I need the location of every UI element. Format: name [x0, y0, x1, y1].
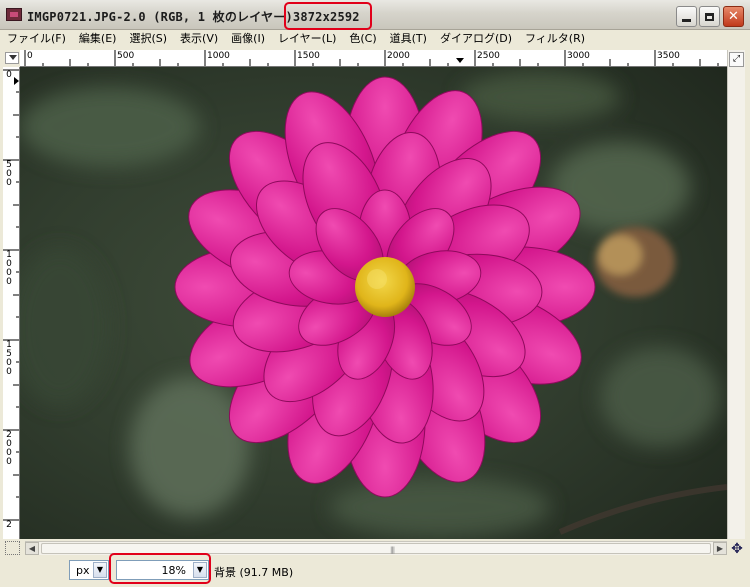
quick-mask-toggle[interactable]: [5, 541, 20, 555]
chevron-down-icon[interactable]: ▼: [93, 562, 107, 578]
vertical-scrollbar[interactable]: ⤢: [727, 50, 745, 539]
menu-filters[interactable]: フィルタ(R): [518, 30, 591, 48]
minimize-button[interactable]: [676, 6, 697, 27]
window-title-text: IMGP0721.JPG-2.0 (RGB, 1 枚のレイヤー): [27, 10, 293, 24]
zoom-highlight: [109, 553, 211, 584]
flower-photo: [20, 67, 727, 539]
menu-file[interactable]: ファイル(F): [0, 30, 72, 48]
navigate-icon[interactable]: ✥: [729, 541, 745, 557]
ruler-label: 500: [117, 51, 135, 61]
image-canvas[interactable]: [20, 67, 727, 539]
ruler-label: 2000: [387, 51, 410, 61]
maximize-icon: [705, 12, 714, 21]
ruler-label: 3500: [657, 51, 680, 61]
vertical-ruler[interactable]: 0 500 1000 1500 2000 2: [3, 67, 20, 539]
menu-dialogs[interactable]: ダイアログ(D): [433, 30, 518, 48]
horizontal-ruler[interactable]: 0 500 1000 1500 2000 2500 3000 3500: [20, 50, 727, 67]
menu-view[interactable]: 表示(V): [173, 30, 224, 48]
menu-edit[interactable]: 編集(E): [72, 30, 123, 48]
menu-tools[interactable]: 道具(T): [383, 30, 433, 48]
menu-bar: ファイル(F) 編集(E) 選択(S) 表示(V) 画像(I) レイヤー(L) …: [0, 30, 750, 48]
ruler-label: 1500: [297, 51, 320, 61]
ruler-label: 1500: [6, 340, 12, 377]
menu-select[interactable]: 選択(S): [122, 30, 173, 48]
scroll-right-icon[interactable]: ▶: [713, 542, 727, 555]
ruler-label: 2500: [477, 51, 500, 61]
ruler-label: 2: [6, 520, 12, 530]
zoom-to-window-icon[interactable]: ⤢: [729, 52, 744, 67]
unit-select[interactable]: px ▼: [69, 560, 109, 580]
ruler-label: 1000: [207, 51, 230, 61]
menu-layer[interactable]: レイヤー(L): [271, 30, 342, 48]
close-icon: ✕: [728, 9, 739, 24]
minimize-icon: [682, 19, 691, 22]
title-bar[interactable]: IMGP0721.JPG-2.0 (RGB, 1 枚のレイヤー)3872x259…: [0, 0, 750, 30]
image-menu-button[interactable]: [5, 52, 19, 64]
ruler-label: 3000: [567, 51, 590, 61]
menu-image[interactable]: 画像(I): [224, 30, 271, 48]
app-icon: [6, 8, 22, 21]
scroll-left-icon[interactable]: ◀: [25, 542, 39, 555]
unit-value: px: [76, 564, 90, 577]
ruler-label: 2000: [6, 430, 12, 467]
menu-colors[interactable]: 色(C): [342, 30, 382, 48]
ruler-label: 1000: [6, 250, 12, 287]
vertical-ruler-ticks: [3, 69, 19, 521]
close-button[interactable]: ✕: [723, 6, 744, 27]
grip-icon: |||: [390, 546, 395, 554]
ruler-label: 0: [27, 51, 33, 61]
status-message: 背景 (91.7 MB): [214, 566, 294, 579]
ruler-label: 0: [6, 70, 12, 80]
maximize-button[interactable]: [699, 6, 720, 27]
dimensions-highlight: [284, 2, 372, 30]
ruler-label: 500: [6, 160, 12, 188]
